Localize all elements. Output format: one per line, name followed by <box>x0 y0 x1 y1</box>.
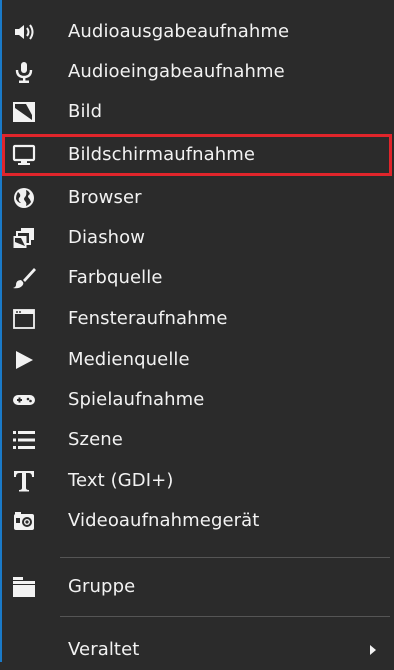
menu-item-browser[interactable]: Browser <box>2 178 394 218</box>
brush-icon <box>12 266 36 290</box>
menu-separator <box>60 557 390 558</box>
menu-item-text-gdi[interactable]: Text (GDI+) <box>2 461 394 501</box>
menu-item-display-capture[interactable]: Bildschirmaufnahme <box>2 134 392 176</box>
folder-icon <box>12 575 36 599</box>
menu-item-audio-output-capture[interactable]: Audioausgabeaufnahme <box>2 12 394 52</box>
menu-item-label: Diashow <box>68 227 146 248</box>
menu-item-label: Audioeingabeaufnahme <box>68 61 285 82</box>
menu-item-label: Bildschirmaufnahme <box>68 144 256 165</box>
text-icon <box>12 469 36 493</box>
menu-item-label: Medienquelle <box>68 349 190 370</box>
menu-item-label: Fensteraufnahme <box>68 308 228 329</box>
slideshow-icon <box>12 226 36 250</box>
add-source-context-menu: Audioausgabeaufnahme Audioeingabeaufnahm… <box>0 0 394 662</box>
menu-item-label: Bild <box>68 101 103 122</box>
menu-item-label: Text (GDI+) <box>68 470 174 491</box>
menu-item-media-source[interactable]: Medienquelle <box>2 340 394 380</box>
play-icon <box>12 348 36 372</box>
menu-item-video-capture-device[interactable]: Videoaufnahmegerät <box>2 501 394 541</box>
speaker-icon <box>12 20 36 44</box>
menu-item-label: Audioausgabeaufnahme <box>68 21 290 42</box>
menu-item-label: Farbquelle <box>68 267 163 288</box>
menu-item-label: Spielaufnahme <box>68 389 205 410</box>
menu-item-label: Videoaufnahmegerät <box>68 510 260 531</box>
menu-item-deprecated-submenu[interactable]: Veraltet <box>2 630 394 670</box>
camera-icon <box>12 509 36 533</box>
submenu-arrow-icon <box>370 645 376 655</box>
menu-item-color-source[interactable]: Farbquelle <box>2 258 394 298</box>
window-icon <box>12 307 36 331</box>
menu-item-group[interactable]: Gruppe <box>2 567 394 607</box>
monitor-icon <box>12 143 36 167</box>
list-icon <box>12 428 36 452</box>
microphone-icon <box>12 60 36 84</box>
menu-item-audio-input-capture[interactable]: Audioeingabeaufnahme <box>2 52 394 92</box>
globe-icon <box>12 186 36 210</box>
image-icon <box>12 100 36 124</box>
menu-item-game-capture[interactable]: Spielaufnahme <box>2 380 394 420</box>
menu-item-image[interactable]: Bild <box>2 92 394 132</box>
menu-item-label: Browser <box>68 187 142 208</box>
menu-separator <box>60 616 390 617</box>
gamepad-icon <box>12 388 36 412</box>
menu-item-label: Szene <box>68 429 123 450</box>
menu-item-scene[interactable]: Szene <box>2 420 394 460</box>
menu-item-label: Veraltet <box>68 639 140 660</box>
menu-item-window-capture[interactable]: Fensteraufnahme <box>2 299 394 339</box>
menu-item-label: Gruppe <box>68 576 136 597</box>
menu-item-slideshow[interactable]: Diashow <box>2 218 394 258</box>
